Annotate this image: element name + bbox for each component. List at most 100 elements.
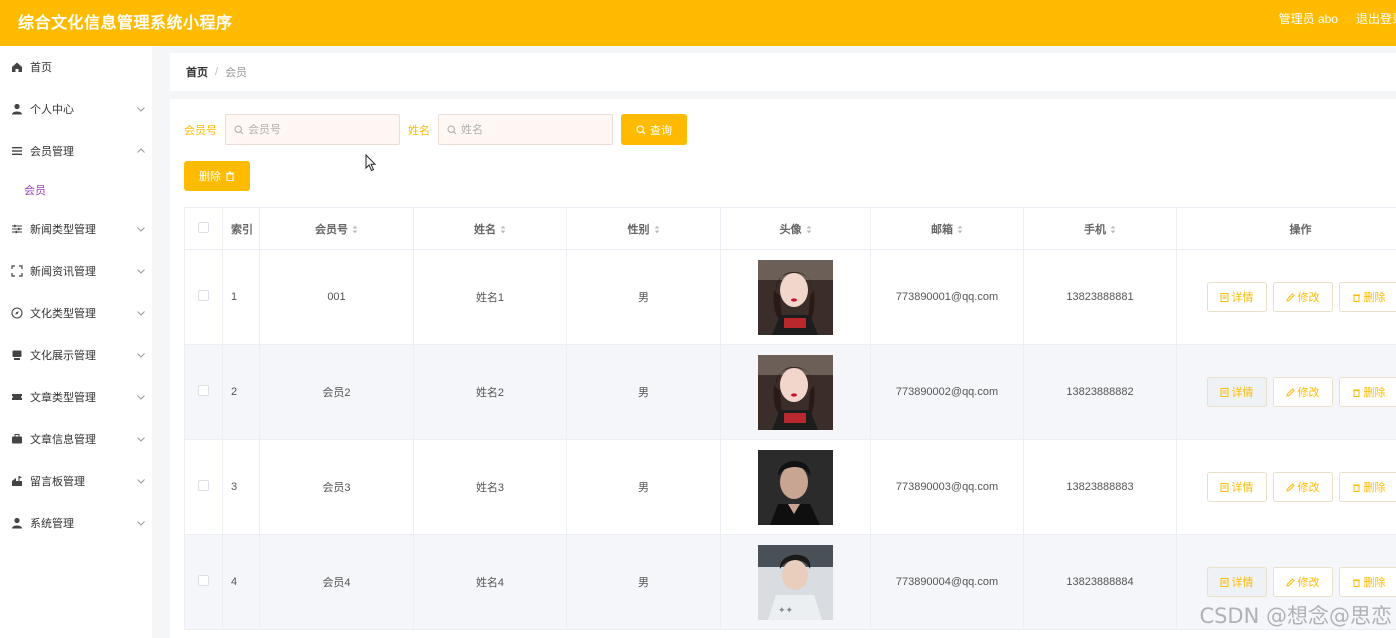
delete-button[interactable]: 删除: [1338, 567, 1396, 597]
column-header: 邮箱: [870, 207, 1024, 250]
edit-button[interactable]: 修改: [1272, 472, 1333, 502]
breadcrumb-separator: /: [215, 66, 219, 78]
detail-button[interactable]: 详情: [1206, 282, 1267, 312]
sidebar: 首页 个人中心 会员管理会员新闻类型管理 新闻资讯管理文化类型管理文化展示管理文章类型…: [0, 46, 152, 638]
sidebar-item-4[interactable]: 新闻资讯管理: [0, 250, 152, 292]
chevron-down-icon: [137, 311, 145, 316]
row-checkbox[interactable]: [198, 575, 209, 586]
ticket-icon: [12, 394, 22, 400]
sidebar-item-10[interactable]: 系统管理: [0, 502, 152, 544]
email-cell: 773890003@qq.com: [870, 439, 1024, 535]
edit-button[interactable]: 修改: [1272, 377, 1333, 407]
row-checkbox[interactable]: [198, 290, 209, 301]
sidebar-item-label: 文章信息管理: [30, 434, 96, 446]
edit-icon: [1285, 292, 1295, 302]
select-all-checkbox[interactable]: [198, 221, 209, 233]
sort-icon[interactable]: [352, 225, 358, 234]
batch-delete-button[interactable]: 删除: [184, 161, 250, 191]
actions-cell: 详情 修改 删除: [1176, 249, 1396, 345]
content-panel: 会员号 姓名 查询 删除: [170, 99, 1396, 638]
sidebar-item-2[interactable]: 会员管理: [0, 130, 152, 172]
sidebar-item-label: 文章类型管理: [30, 392, 96, 404]
delete-label: 删除: [1363, 387, 1386, 399]
house-flag-icon: [12, 476, 22, 486]
delete-button[interactable]: 删除: [1338, 472, 1396, 502]
sidebar-item-label: 文化类型管理: [30, 308, 96, 320]
detail-button[interactable]: 详情: [1206, 567, 1267, 597]
column-header: 索引: [222, 207, 260, 250]
name-input[interactable]: [461, 123, 601, 136]
member-no-input[interactable]: [248, 123, 388, 136]
sidebar-item-0[interactable]: 首页: [0, 46, 152, 88]
chevron-down-icon: [137, 479, 145, 484]
detail-button[interactable]: 详情: [1206, 377, 1267, 407]
column-header: 性别: [566, 207, 721, 250]
row-select-cell: [184, 344, 223, 440]
trash-icon: [1352, 579, 1360, 587]
sidebar-item-8[interactable]: 文章信息管理: [0, 418, 152, 460]
column-header-label: 操作: [1289, 223, 1312, 236]
document-icon: [1220, 482, 1228, 492]
submenu-item-member[interactable]: 会员: [0, 172, 152, 208]
search-icon: [234, 124, 244, 134]
avatar-cell: [720, 344, 871, 440]
column-header: 手机: [1023, 207, 1177, 250]
chevron-down-icon: [137, 107, 145, 112]
table-row: 1 001 姓名1 男 773890001@qq.com 13823888881 详情 修改 删…: [184, 249, 1396, 345]
sort-icon[interactable]: [957, 225, 963, 234]
delete-button[interactable]: 删除: [1338, 377, 1396, 407]
detail-button[interactable]: 详情: [1206, 472, 1267, 502]
gender-cell: 男: [566, 344, 721, 440]
column-header: 头像: [720, 207, 871, 250]
actions-cell: 详情 修改 删除: [1176, 344, 1396, 440]
row-checkbox[interactable]: [198, 385, 209, 396]
sort-icon[interactable]: [806, 225, 812, 234]
member-no-search-box[interactable]: [225, 114, 400, 145]
sidebar-item-7[interactable]: 文章类型管理: [0, 376, 152, 418]
sidebar-item-1[interactable]: 个人中心: [0, 88, 152, 130]
breadcrumb-current: 会员: [225, 67, 248, 79]
detail-label: 详情: [1231, 387, 1254, 399]
submenu-item-label: 会员: [24, 185, 46, 197]
logout-link[interactable]: 退出登录: [1356, 10, 1396, 27]
frame-icon: [11, 265, 23, 277]
edit-icon: [1285, 577, 1295, 587]
sidebar-item-label: 留言板管理: [30, 476, 85, 488]
sort-icon[interactable]: [500, 225, 506, 234]
actions-cell: 详情 修改 删除: [1176, 439, 1396, 535]
name-search-box[interactable]: [438, 114, 613, 145]
sidebar-item-9[interactable]: 留言板管理: [0, 460, 152, 502]
breadcrumb-home[interactable]: 首页: [186, 64, 208, 80]
chevron-down-icon: [137, 395, 145, 400]
edit-button[interactable]: 修改: [1272, 567, 1333, 597]
sort-icon[interactable]: [1110, 225, 1116, 234]
index-cell: 1: [222, 249, 260, 345]
edit-label: 修改: [1297, 482, 1320, 494]
avatar-image: [758, 259, 833, 335]
column-header-label: 手机: [1084, 223, 1106, 236]
avatar-cell: [720, 249, 871, 345]
column-header-label: 性别: [627, 223, 650, 236]
chevron-down-icon: [137, 227, 145, 232]
document-icon: [1220, 577, 1228, 587]
sidebar-item-5[interactable]: 文化类型管理: [0, 292, 152, 334]
sidebar-item-3[interactable]: 新闻类型管理: [0, 208, 152, 250]
chevron-down-icon: [137, 521, 145, 526]
svg-text:✦✦: ✦✦: [778, 605, 794, 615]
email-cell: 773890001@qq.com: [870, 249, 1024, 345]
chevron-down-icon: [137, 353, 145, 358]
select-all-header: [184, 207, 223, 250]
sidebar-item-label: 系统管理: [30, 518, 74, 530]
edit-button[interactable]: 修改: [1272, 282, 1333, 312]
compass-icon: [11, 307, 23, 319]
avatar-image: [758, 449, 833, 525]
delete-button[interactable]: 删除: [1338, 282, 1396, 312]
avatar-image: [758, 354, 833, 430]
query-button[interactable]: 查询: [621, 114, 687, 145]
row-checkbox[interactable]: [198, 480, 209, 491]
name-cell: 姓名3: [413, 439, 567, 535]
name-cell: 姓名1: [413, 249, 567, 345]
sort-icon[interactable]: [654, 225, 660, 234]
sidebar-item-6[interactable]: 文化展示管理: [0, 334, 152, 376]
name-label: 姓名: [408, 124, 430, 137]
